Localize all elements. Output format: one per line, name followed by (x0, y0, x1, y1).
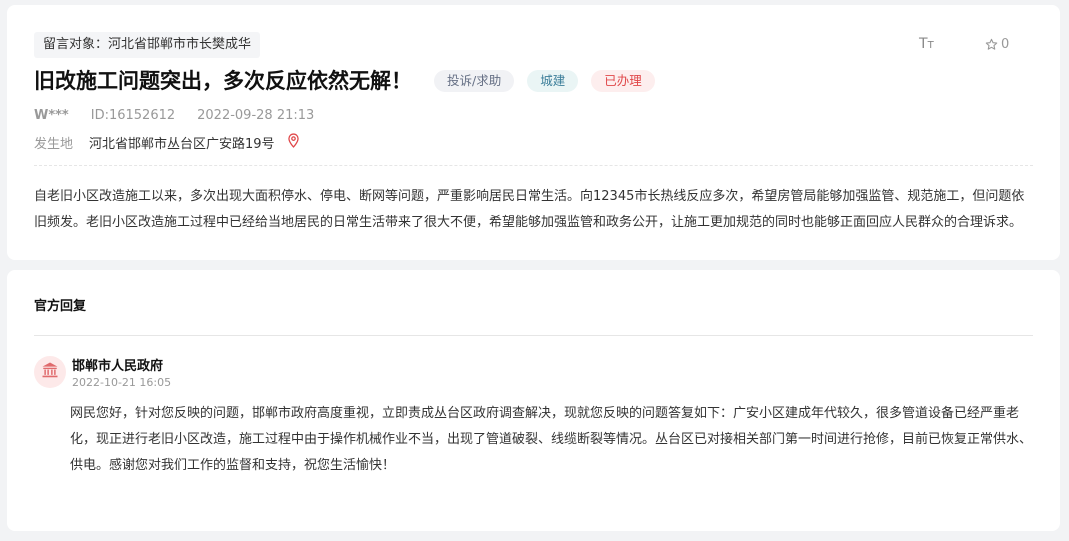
status-badge: 已办理 (591, 70, 655, 92)
message-id: ID:16152612 (90, 108, 176, 123)
location-row: 发生地 河北省邯郸市丛台区广安路19号 (34, 133, 300, 152)
message-datetime: 2022-09-28 21:13 (197, 108, 315, 123)
star-outline-icon (985, 38, 998, 51)
font-size-icon: TT (919, 36, 934, 52)
reply-content: 网民您好，针对您反映的问题，邯郸市政府高度重视，立即责成丛台区政府调查解决，现就… (70, 406, 1033, 473)
location-label: 发生地 (34, 137, 74, 152)
reply-heading: 官方回复 (34, 299, 87, 314)
message-content: 自老旧小区改造施工以来，多次出现大面积停水、停电、断网等问题，严重影响居民日常生… (34, 189, 1025, 230)
official-reply-card: 官方回复 邯郸市人民政府 2022-10-21 16:05 网民您好，针对您反映… (7, 270, 1060, 531)
tag-type: 投诉/求助 (434, 70, 515, 92)
like-button[interactable]: 0 (985, 37, 1009, 52)
user-name: W*** (34, 108, 69, 123)
avatar (34, 356, 66, 388)
message-title: 旧改施工问题突出，多次反应依然无解！ (34, 69, 412, 93)
tag-category: 城建 (527, 70, 579, 92)
divider (34, 335, 1033, 336)
message-card: 留言对象：河北省邯郸市市长樊成华 旧改施工问题突出，多次反应依然无解！ 投诉/求… (7, 5, 1060, 260)
location-address: 河北省邯郸市丛台区广安路19号 (89, 137, 275, 152)
location-pin-icon[interactable] (287, 133, 300, 152)
reply-datetime: 2022-10-21 16:05 (72, 376, 172, 389)
message-meta: W*** ID:16152612 2022-09-28 21:13 (34, 108, 314, 123)
reply-organization: 邯郸市人民政府 (72, 359, 164, 374)
tag-group: 投诉/求助 城建 已办理 (434, 70, 655, 92)
font-size-button[interactable]: TT (919, 36, 934, 52)
recipient-badge: 留言对象：河北省邯郸市市长樊成华 (34, 32, 261, 58)
divider (34, 165, 1033, 166)
government-building-icon (41, 361, 59, 383)
like-count: 0 (1001, 37, 1010, 52)
